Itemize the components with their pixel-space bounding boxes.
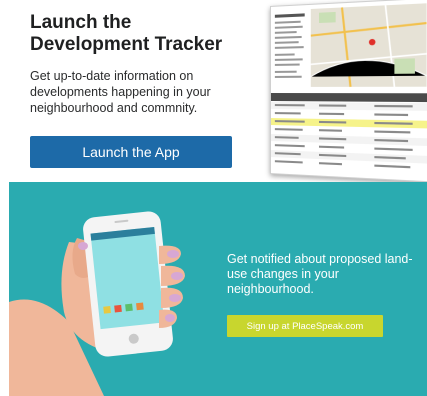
tracker-title: Launch the Development Tracker — [30, 12, 265, 56]
notify-text: Get notified about proposed land-use cha… — [227, 252, 413, 296]
development-tracker-card: Launch the Development Tracker Get up-to… — [0, 0, 427, 183]
map-screenshot-icon — [270, 0, 427, 183]
placespeak-banner: Get notified about proposed land-use cha… — [9, 182, 427, 396]
tracker-title-line-1: Launch the — [30, 12, 132, 33]
tracker-title-line-2: Development Tracker — [30, 34, 223, 55]
tracker-description: Get up-to-date information on developmen… — [30, 69, 211, 115]
launch-app-button[interactable]: Launch the App — [30, 136, 232, 168]
signup-button[interactable]: Sign up at PlaceSpeak.com — [227, 315, 383, 337]
smartphone-in-hand-icon — [9, 211, 185, 396]
app-preview-screenshot — [270, 0, 427, 183]
